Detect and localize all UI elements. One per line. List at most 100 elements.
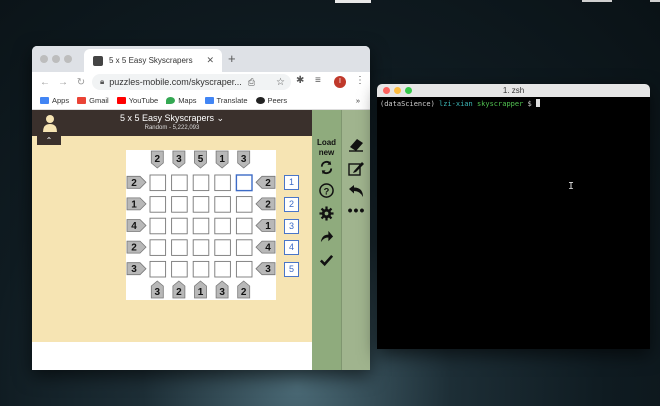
more-options-icon[interactable]: •••: [342, 202, 370, 218]
terminal-titlebar: 1. zsh: [377, 84, 650, 97]
bookmark-maps[interactable]: Maps: [166, 96, 197, 105]
extensions-icon[interactable]: ✱: [296, 75, 304, 86]
grid-cell[interactable]: [214, 260, 231, 278]
grid-cell[interactable]: [235, 239, 253, 256]
row-number-box[interactable]: 1: [284, 175, 299, 191]
right-clue-label: 4: [265, 243, 271, 254]
eraser-icon[interactable]: [348, 138, 364, 152]
back-arrow-icon[interactable]: ←: [36, 77, 54, 88]
right-clue-label: 3: [265, 264, 271, 275]
grid-cell[interactable]: [149, 174, 167, 192]
settings-gear-icon[interactable]: [319, 206, 334, 221]
prompt-user: lzi-xian: [439, 100, 473, 108]
grid-cell[interactable]: [214, 174, 231, 192]
prompt-symbol: $: [527, 100, 532, 108]
bookmarks-overflow-icon[interactable]: »: [356, 96, 360, 105]
right-clue-label: 2: [265, 178, 271, 189]
window-minimize-button[interactable]: [52, 55, 60, 63]
grid-cell[interactable]: [171, 174, 188, 192]
bookmark-star-icon[interactable]: ☆: [276, 77, 285, 88]
restart-icon[interactable]: [319, 160, 334, 175]
window-close-button[interactable]: [40, 55, 48, 63]
help-icon[interactable]: ?: [319, 183, 334, 198]
terminal-close-button[interactable]: [383, 87, 390, 94]
youtube-icon: [116, 97, 126, 104]
row-number-box[interactable]: 2: [284, 196, 299, 212]
grid-cell[interactable]: [171, 217, 188, 235]
conda-env: (dataScience): [380, 100, 435, 108]
tab-title: 5 x 5 Easy Skyscrapers: [109, 56, 193, 65]
check-icon[interactable]: [319, 253, 334, 268]
tab-close-icon[interactable]: ✕: [206, 55, 214, 66]
install-app-icon[interactable]: ⎙: [248, 77, 255, 88]
grid-cell[interactable]: [171, 196, 188, 213]
grid-cell[interactable]: [149, 196, 167, 213]
bottom-clue-label: 3: [155, 287, 161, 298]
apps-grid-icon: [40, 97, 49, 104]
profile-avatar[interactable]: I: [334, 76, 346, 88]
bookmark-youtube[interactable]: YouTube: [116, 96, 158, 105]
window-zoom-button[interactable]: [64, 55, 72, 63]
menubar-fragment: [650, 0, 660, 2]
terminal-prompt-line[interactable]: (dataScience) lzi-xian skyscrapper $: [380, 99, 540, 108]
browser-toolbar: ← → ↻ 🔒︎ puzzles-mobile.com/skyscraper..…: [32, 72, 370, 92]
grid-cell[interactable]: [192, 260, 210, 278]
grid-cell[interactable]: [192, 174, 210, 192]
menubar-fragment: [335, 0, 371, 3]
bottom-clue-label: 3: [219, 287, 225, 298]
left-clue-label: 4: [131, 221, 137, 232]
grid-cell[interactable]: [149, 217, 167, 235]
terminal-zoom-button[interactable]: [405, 87, 412, 94]
terminal-minimize-button[interactable]: [394, 87, 401, 94]
grid-cell[interactable]: [192, 217, 210, 235]
load-new-button[interactable]: Load new: [312, 138, 341, 158]
forward-arrow-icon[interactable]: →: [54, 77, 72, 88]
skyscraper-grid[interactable]: 2 3 5 1 3 3 2 1 3 2 2 1 4 2 3 2 2 1 4 3: [126, 150, 276, 300]
left-clue-label: 1: [131, 199, 137, 210]
menubar-fragment: [582, 0, 612, 2]
mouse-ibeam-cursor: I: [568, 181, 575, 192]
grid-cell[interactable]: [214, 239, 231, 256]
bookmark-peers[interactable]: Peers: [255, 96, 287, 105]
pencil-notes-icon[interactable]: [348, 161, 364, 176]
grid-cell[interactable]: [214, 217, 231, 235]
puzzle-title[interactable]: 5 x 5 Easy Skyscrapers ⌄: [32, 113, 312, 124]
left-clue-label: 3: [131, 264, 137, 275]
terminal-cursor: [535, 99, 540, 107]
new-tab-button[interactable]: +: [228, 51, 236, 66]
grid-cell[interactable]: [192, 196, 210, 213]
grid-cell[interactable]: [149, 239, 167, 256]
browser-menu-icon[interactable]: ⋮: [355, 75, 365, 86]
grid-cell[interactable]: [235, 260, 253, 278]
row-number-box[interactable]: 5: [284, 261, 299, 277]
game-header: 5 x 5 Easy Skyscrapers ⌄ Random - 5,222,…: [32, 110, 312, 136]
bottom-clue-label: 1: [198, 287, 204, 298]
grid-cell[interactable]: [171, 239, 188, 256]
row-number-box[interactable]: 4: [284, 240, 299, 256]
tab-strip: 5 x 5 Easy Skyscrapers ✕ +: [32, 46, 370, 72]
grid-cell[interactable]: [214, 196, 231, 213]
grid-cell[interactable]: [171, 260, 188, 278]
reading-list-icon[interactable]: ≡: [315, 75, 321, 86]
selected-grid-cell[interactable]: [235, 174, 253, 192]
undo-icon[interactable]: [348, 184, 364, 198]
bookmark-apps[interactable]: Apps: [40, 96, 69, 105]
grid-cell[interactable]: [192, 239, 210, 256]
grid-cell[interactable]: [235, 217, 253, 235]
grid-cell[interactable]: [149, 260, 167, 278]
reload-icon[interactable]: ↻: [72, 77, 90, 88]
bookmarks-bar: Apps Gmail YouTube Maps Translate Peers …: [32, 92, 370, 110]
row-number-box[interactable]: 3: [284, 218, 299, 234]
share-arrow-icon[interactable]: [319, 229, 334, 244]
top-clue-label: 3: [241, 154, 247, 165]
grid-cell[interactable]: [235, 196, 253, 213]
web-page: 5 x 5 Easy Skyscrapers ⌄ Random - 5,222,…: [32, 110, 370, 370]
address-bar[interactable]: 🔒︎ puzzles-mobile.com/skyscraper... ⎙ ☆: [92, 74, 291, 90]
bookmark-translate[interactable]: Translate: [204, 96, 248, 105]
bookmark-gmail[interactable]: Gmail: [77, 96, 109, 105]
svg-text:?: ?: [324, 186, 330, 196]
collapse-header-button[interactable]: ⌃: [37, 136, 61, 145]
action-sidebar: Load new ?: [312, 110, 341, 370]
gmail-icon: [77, 97, 87, 104]
browser-tab[interactable]: 5 x 5 Easy Skyscrapers ✕: [84, 49, 222, 72]
